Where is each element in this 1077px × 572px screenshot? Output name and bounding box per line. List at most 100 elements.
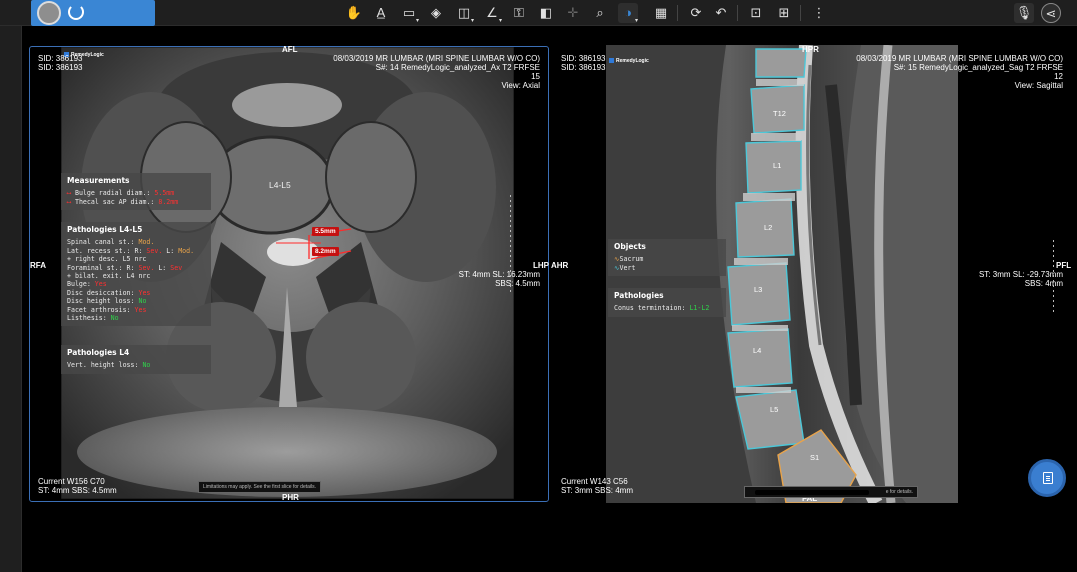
pathologies-panel: Pathologies Conus termintaion: L1-L2 (608, 288, 726, 317)
panel-title: Objects (614, 242, 646, 251)
pathology-row: Facet arthrosis: Yes (67, 305, 147, 314)
pathology-row: + right desc. L5 nrc (67, 255, 147, 264)
sbs-info: SBS: 4mm (1024, 279, 1063, 288)
loading-icon (68, 4, 84, 20)
pathology-row: Lat. recess st.: R: Sev. L: Mod. (67, 246, 195, 255)
pathology-row: Disc desiccation: Yes (67, 288, 151, 297)
remedylogic-logo: RemedyLogic (609, 58, 649, 64)
vertebra-label: S1 (810, 453, 820, 462)
orientation-top: HPR (802, 45, 819, 54)
study-status-pill[interactable] (31, 0, 155, 26)
toolbar-divider (677, 5, 678, 21)
left-sidebar (0, 0, 22, 572)
orientation-left: RFA (30, 261, 46, 270)
pan-icon[interactable]: ✋ (344, 3, 364, 23)
orientation-bottom: PHR (282, 493, 299, 502)
scale-ruler (1053, 240, 1054, 315)
window-level: Current W156 C70 (38, 477, 105, 486)
image-number: 15 (531, 72, 540, 81)
screenshot-icon[interactable]: ⊡ (746, 3, 766, 23)
object-row[interactable]: ∿Sacrum (614, 255, 720, 263)
view-label: View: Sagittal (1014, 81, 1063, 90)
rectangle-icon[interactable]: ▭ ▾ (399, 3, 419, 24)
vertebra-label: L4 (753, 346, 762, 355)
scale-ruler (510, 195, 511, 295)
panel-title: Measurements (67, 176, 130, 185)
panel-title: Pathologies L4-L5 (67, 225, 143, 234)
panel-title: Pathologies L4 (67, 348, 130, 357)
slice-info: ST: 3mm SL: -29.73mm (978, 270, 1063, 279)
annotate-icon[interactable]: A̲ (371, 3, 391, 23)
pathology-row: Vert. height loss: No (67, 361, 151, 370)
orientation-top: AFL (282, 45, 298, 54)
orientation-right: PFL (1056, 261, 1072, 270)
pathology-row: Bulge: Yes (67, 280, 107, 289)
pathology-row: Conus termintaion: L1-L2 (614, 304, 710, 313)
image-number: 12 (1054, 72, 1063, 81)
objects-panel: Objects ∿Sacrum ∿Vert (608, 239, 726, 277)
share-icon[interactable]: ⋖ (1041, 3, 1061, 23)
pathology-row: Spinal canal st.: Mod. (67, 238, 155, 247)
invert-icon[interactable]: ◧ (536, 3, 556, 23)
vertebra-label: T12 (773, 109, 786, 118)
thickness-info: ST: 4mm SBS: 4.5mm (38, 486, 117, 495)
view-label: View: Axial (501, 81, 540, 90)
layout-icon[interactable]: ▦ (651, 3, 671, 23)
viewport-axial[interactable]: RemedyLogic SID: 386193 SID: 386193 08/0… (28, 45, 550, 503)
study-label: 08/03/2019 MR LUMBAR (MRI SPINE LUMBAR W… (856, 54, 1063, 63)
measurement-row: ⟷ Bulge radial diam.: 5.5mm (67, 189, 175, 198)
limitations-note-text: e for details. (885, 489, 913, 495)
object-row[interactable]: ∿Vert (614, 264, 720, 272)
thickness-info: ST: 3mm SBS: 4mm (561, 486, 634, 495)
sbs-info: SBS: 4.5mm (495, 279, 540, 288)
measurement-tag[interactable]: 5.5mm (312, 227, 339, 236)
zoom-icon[interactable]: ⌕ (590, 3, 610, 23)
rotate-icon[interactable]: ⟳ (686, 3, 706, 23)
pathology-row: Foraminal st.: R: Sev. L: Sev (67, 263, 183, 272)
sid-label: SID: 386193 (38, 63, 83, 72)
toolbar-divider (737, 5, 738, 21)
panel-title: Pathologies (614, 291, 664, 300)
vertebra-label: L1 (773, 161, 782, 170)
report-button[interactable] (1028, 459, 1066, 497)
window-level: Current W143 C56 (561, 477, 628, 486)
sid-label: SID: 386193 (561, 63, 606, 72)
series-label: S#: 15 RemedyLogic_analyzed_Sag T2 FRFSE (893, 63, 1063, 72)
pathologies-l4-panel: Pathologies L4 Vert. height loss: No (61, 345, 211, 374)
layers-icon[interactable]: ◈ (426, 3, 446, 23)
slice-info: ST: 4mm SL: 16.23mm (458, 270, 540, 279)
contrast-icon[interactable]: ◑ ▾ (618, 3, 638, 24)
pathology-row: Listhesis: No (67, 314, 119, 323)
measurement-row: ⟷ Thecal sac AP diam.: 8.2mm (67, 197, 179, 206)
study-label: 08/03/2019 MR LUMBAR (MRI SPINE LUMBAR W… (333, 54, 540, 63)
report-icon (1043, 472, 1053, 484)
split-icon[interactable]: ◫ ▾ (454, 3, 474, 24)
vertebra-label: L3 (754, 285, 763, 294)
pathology-row: + bilat. exit. L4 nrc (67, 272, 151, 281)
orientation-left: AHR (551, 261, 569, 270)
series-label: S#: 14 RemedyLogic_analyzed_Ax T2 FRFSE (375, 63, 540, 72)
limitations-note: Limitations may apply. See the first sli… (198, 481, 322, 493)
vertebra-label: L5 (770, 405, 779, 414)
mic-icon[interactable]: 🎙 (1014, 3, 1034, 23)
key-icon[interactable]: ⚿ (509, 3, 529, 23)
export-icon[interactable]: ⊞ (774, 3, 794, 23)
viewport-sagittal[interactable]: T12 L1 L2 L3 L4 L5 S1 RemedyLogic SID: 3… (551, 45, 1073, 503)
vertebra-label: L2 (764, 223, 773, 232)
progress-track (755, 490, 869, 495)
pathology-row: Disc height loss: No (67, 297, 147, 306)
undo-icon[interactable]: ↶ (711, 3, 731, 23)
sid-label: SID: 386193 (38, 54, 83, 63)
crosshair-icon[interactable]: ✛ (563, 3, 583, 23)
angle-icon[interactable]: ∠ ▾ (482, 3, 502, 24)
disc-label: L4-L5 (269, 180, 291, 190)
toolbar-divider (800, 5, 801, 21)
pathologies-l4-l5-panel: Pathologies L4-L5 Spinal canal st.: Mod.… (61, 222, 211, 327)
sid-label: SID: 386193 (561, 54, 606, 63)
more-icon[interactable]: ⋮ (809, 3, 829, 23)
orientation-right: LHP (533, 261, 549, 270)
limitations-note: e for details. (744, 486, 918, 498)
measurement-tag[interactable]: 8.2mm (312, 247, 339, 256)
avatar[interactable] (37, 1, 61, 25)
measurements-panel: Measurements ⟷ Bulge radial diam.: 5.5mm… (61, 173, 211, 211)
